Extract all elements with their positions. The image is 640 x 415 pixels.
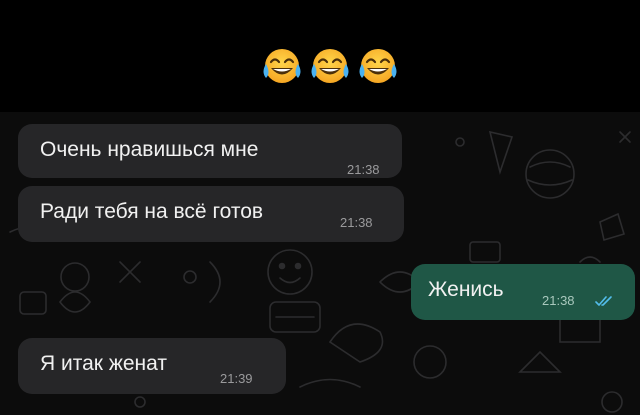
message-time: 21:39 <box>220 371 253 386</box>
message-text: Ради тебя на всё готов <box>40 200 264 223</box>
message-text: Я итак женат <box>40 352 167 375</box>
header-area <box>0 0 640 112</box>
message-bubble-incoming[interactable]: Очень нравишься мне 21:38 <box>18 124 402 178</box>
message-time: 21:38 <box>347 162 380 177</box>
chat-area[interactable]: Очень нравишься мне 21:38 Ради тебя на в… <box>0 112 640 415</box>
message-bubble-incoming[interactable]: Я итак женат 21:39 <box>18 338 286 394</box>
screenshot: Очень нравишься мне 21:38 Ради тебя на в… <box>0 0 640 415</box>
message-time: 21:38 <box>542 293 575 308</box>
message-text: Очень нравишься мне <box>40 138 259 161</box>
tears-of-joy-emoji-icon <box>311 49 349 83</box>
tears-of-joy-emoji-icon <box>359 49 397 83</box>
tears-of-joy-emoji-icon <box>263 49 301 83</box>
emoji-row <box>262 46 398 86</box>
message-bubble-incoming[interactable]: Ради тебя на всё готов 21:38 <box>18 186 404 242</box>
message-time: 21:38 <box>340 215 373 230</box>
message-text: Женись <box>428 278 504 301</box>
double-check-read-icon <box>595 294 615 312</box>
message-bubble-outgoing[interactable]: Женись 21:38 <box>411 264 635 320</box>
